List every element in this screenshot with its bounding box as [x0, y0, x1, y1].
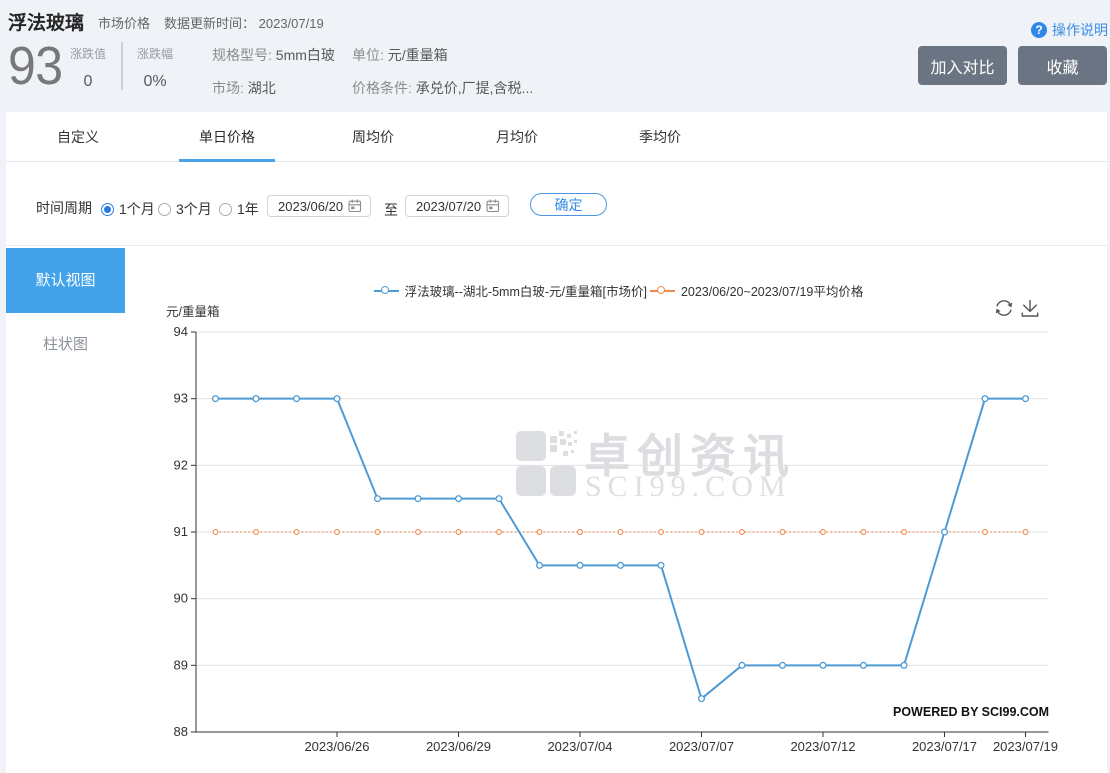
change-pct: 0%	[135, 73, 175, 91]
radio-3month-dot	[158, 203, 171, 216]
end-date-value: 2023/07/20	[416, 199, 481, 214]
tab-daily-price[interactable]: 单日价格	[179, 112, 275, 162]
calendar-icon	[348, 199, 362, 213]
radio-1month-dot	[101, 203, 114, 216]
current-price: 93	[8, 42, 63, 90]
svg-text:91: 91	[174, 524, 188, 539]
radio-1month-label: 1个月	[119, 199, 155, 219]
radio-1year[interactable]: 1年	[219, 199, 259, 219]
market-value: 湖北	[248, 80, 276, 96]
unit-condition-block: 单位: 元/重量箱 价格条件: 承兑价,厂提,含税...	[352, 45, 533, 98]
content-card: 自定义 单日价格 周均价 月均价 季均价 时间周期 1个月 3个月 1年 202…	[6, 112, 1107, 773]
header: 浮法玻璃 市场价格 数据更新时间： 2023/07/19 ? 操作说明 93 涨…	[0, 0, 1110, 112]
svg-text:92: 92	[174, 457, 188, 472]
condition-value: 承兑价,厂提,含税...	[416, 80, 533, 96]
market-label: 市场:	[212, 80, 244, 96]
sidebar-item-default-view[interactable]: 默认视图	[6, 248, 125, 313]
svg-text:89: 89	[174, 657, 188, 672]
condition-label: 价格条件:	[352, 80, 412, 96]
radio-3month[interactable]: 3个月	[158, 199, 212, 219]
radio-1year-label: 1年	[237, 199, 259, 219]
page-title: 浮法玻璃	[8, 8, 84, 35]
header-actions: 加入对比 收藏	[918, 46, 1107, 85]
header-category: 市场价格	[98, 13, 150, 32]
unit-value: 元/重量箱	[388, 47, 448, 63]
svg-text:94: 94	[174, 324, 188, 339]
svg-text:2023/07/12: 2023/07/12	[790, 739, 855, 754]
tab-weekly-avg[interactable]: 周均价	[327, 112, 419, 162]
sidebar-item-bar-chart[interactable]: 柱状图	[6, 330, 125, 360]
calendar-icon	[486, 199, 500, 213]
page: 浮法玻璃 市场价格 数据更新时间： 2023/07/19 ? 操作说明 93 涨…	[0, 0, 1110, 773]
change-pct-label: 涨跌幅	[135, 45, 175, 62]
spec-label: 规格型号:	[212, 47, 272, 63]
add-compare-button[interactable]: 加入对比	[918, 46, 1007, 85]
radio-1month[interactable]: 1个月	[101, 199, 155, 219]
end-date-input[interactable]: 2023/07/20	[405, 195, 509, 217]
change-value-label: 涨跌值	[68, 45, 108, 62]
spec-value: 5mm白玻	[276, 47, 335, 63]
unit-label: 单位:	[352, 47, 384, 63]
update-date: 2023/07/19	[259, 16, 324, 31]
spec-market-block: 规格型号: 5mm白玻 市场: 湖北	[212, 45, 335, 98]
svg-text:2023/07/04: 2023/07/04	[547, 739, 612, 754]
start-date-input[interactable]: 2023/06/20	[267, 195, 371, 217]
svg-text:2023/06/29: 2023/06/29	[426, 739, 491, 754]
change-value: 0	[68, 73, 108, 91]
update-label: 数据更新时间：	[164, 16, 255, 31]
svg-text:88: 88	[174, 724, 188, 739]
chart-area: 浮法玻璃--湖北-5mm白玻-元/重量箱[市场价] 2023/06/20~202…	[130, 246, 1107, 773]
svg-text:2023/06/26: 2023/06/26	[304, 739, 369, 754]
to-label: 至	[384, 200, 398, 220]
filter-bar: 时间周期 1个月 3个月 1年 2023/06/20 至 2023/07/20	[6, 162, 1107, 246]
line-chart: 88 89 90 91 92 93 94 2023/06/26 2023/06/29 2023/0…	[130, 246, 1107, 773]
favorite-button[interactable]: 收藏	[1018, 46, 1107, 85]
svg-text:93: 93	[174, 391, 188, 406]
tab-monthly-avg[interactable]: 月均价	[471, 112, 563, 162]
radio-1year-dot	[219, 203, 232, 216]
change-value-block: 涨跌值 0	[68, 45, 108, 91]
svg-text:2023/07/19: 2023/07/19	[993, 739, 1058, 754]
question-icon: ?	[1031, 22, 1047, 38]
change-pct-block: 涨跌幅 0%	[135, 45, 175, 91]
svg-text:90: 90	[174, 591, 188, 606]
header-update-time: 数据更新时间： 2023/07/19	[164, 13, 324, 32]
svg-text:2023/07/07: 2023/07/07	[669, 739, 734, 754]
tab-bar: 自定义 单日价格 周均价 月均价 季均价	[6, 112, 1107, 162]
period-label: 时间周期	[36, 198, 92, 218]
divider	[121, 42, 123, 90]
tab-quarterly-avg[interactable]: 季均价	[614, 112, 706, 162]
powered-by: POWERED BY SCI99.COM	[893, 705, 1049, 719]
tab-custom[interactable]: 自定义	[36, 112, 120, 162]
radio-3month-label: 3个月	[176, 199, 212, 219]
svg-text:2023/07/17: 2023/07/17	[912, 739, 977, 754]
confirm-button[interactable]: 确定	[530, 193, 607, 216]
help-label: 操作说明	[1052, 20, 1108, 40]
help-link[interactable]: ? 操作说明	[1031, 20, 1108, 40]
start-date-value: 2023/06/20	[278, 199, 343, 214]
